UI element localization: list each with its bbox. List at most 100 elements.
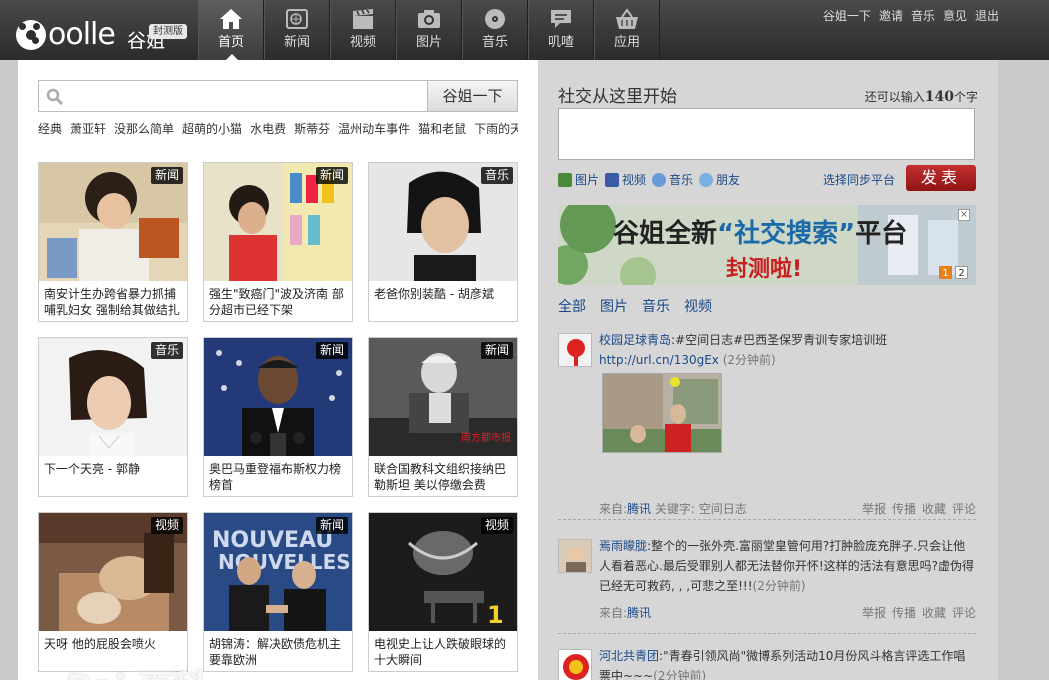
search-icon [46,88,64,109]
comment-button[interactable]: 评论 [952,604,976,621]
avatar[interactable] [558,539,592,573]
hotword[interactable]: 没那么简单 [114,122,174,136]
nav-item-music[interactable]: 音乐 [462,0,528,60]
post-actions: 举报 传播 收藏 评论 [862,604,976,621]
media-card[interactable]: 新闻 南安计生办跨省暴力抓捕哺乳妇女 强制给其做结扎 [38,162,188,322]
image-icon [558,172,572,187]
card-caption[interactable]: 下一个天亮 - 郭静 [44,461,184,495]
filter-music[interactable]: 音乐 [642,296,670,316]
nav-item-home[interactable]: 首页 [198,0,264,60]
filter-video[interactable]: 视频 [684,296,712,316]
tool-friends[interactable]: 朋友 [699,171,740,188]
avatar[interactable] [558,333,592,367]
favorite-button[interactable]: 收藏 [922,604,946,621]
counter-prefix: 还可以输入 [864,90,925,104]
post-actions: 举报 传播 收藏 评论 [862,500,976,517]
hotword[interactable]: 水电费 [250,122,286,136]
hotword[interactable]: 经典 [38,122,62,136]
post-username[interactable]: 河北共青团 [599,649,659,663]
media-card[interactable]: 1 视频 电视史上让人跌破眼球的十大瞬间 [368,512,518,672]
category-badge: 音乐 [150,342,183,359]
close-icon[interactable]: × [958,209,970,221]
counter-value: 140 [924,89,954,105]
tool-video[interactable]: 视频 [605,171,646,188]
favorite-button[interactable]: 收藏 [922,500,946,517]
card-caption[interactable]: 奥巴马重登福布斯权力榜榜首 [209,461,349,495]
media-card[interactable]: NOUVEAU NOUVELLES 新闻 胡锦涛：解决欧债危机主要靠欧洲 [203,512,353,672]
filter-all[interactable]: 全部 [558,296,586,316]
hotword[interactable]: 下雨的天 [474,122,518,136]
category-badge: 新闻 [315,517,348,534]
search-button[interactable]: 谷姐一下 [427,81,517,111]
hotword[interactable]: 温州动车事件 [338,122,410,136]
main-nav: 首页 新闻 视频 图片 音乐 叽喳 应用 [198,0,660,60]
hotword[interactable]: 猫和老鼠 [418,122,466,136]
home-icon [199,0,263,34]
nav-item-apps[interactable]: 应用 [594,0,660,60]
card-caption[interactable]: 强生"致癌门"波及济南 部分超市已经下架 [209,286,349,320]
toplink-invite[interactable]: 邀请 [879,7,903,24]
hotword[interactable]: 超萌的小猫 [182,122,242,136]
top-navigation-bar: oolle 谷姐 封测版 首页 新闻 视频 图片 音乐 叽喳 应用 谷姐一下 邀… [0,0,1049,60]
feed-filters: 全部 图片 音乐 视频 [558,296,712,316]
filter-pictures[interactable]: 图片 [600,296,628,316]
post-textarea[interactable] [558,108,975,160]
card-caption[interactable]: 老爸你别装酷 - 胡彦斌 [374,286,514,320]
sync-platform-link[interactable]: 选择同步平台 [823,171,895,188]
friends-icon [699,172,714,187]
left-panel: 谷姐一下 经典 萧亚轩 没那么简单 超萌的小猫 水电费 斯蒂芬 温州动车事件 猫和老鼠 下雨的天… [18,60,538,680]
post-source[interactable]: 腾讯 [627,606,651,620]
post-time: (2分钟前) [722,353,776,367]
nav-item-video[interactable]: 视频 [330,0,396,60]
comment-button[interactable]: 评论 [952,500,976,517]
card-caption[interactable]: 电视史上让人跌破眼球的十大瞬间 [374,636,514,670]
banner-headline: 谷姐全新“社交搜索”平台 [613,219,908,249]
post-link[interactable]: http://url.cn/130gEx [599,353,719,367]
avatar[interactable] [558,649,592,680]
banner-page-2[interactable]: 2 [955,266,968,279]
nav-item-pictures[interactable]: 图片 [396,0,462,60]
film-icon [605,172,620,187]
toplink-music[interactable]: 音乐 [911,7,935,24]
banner-subline: 封测啦! [726,257,803,282]
media-card[interactable]: 视频 天呀 他的屁股会喷火 [38,512,188,672]
post-username[interactable]: 校园足球青岛 [599,333,671,347]
report-button[interactable]: 举报 [862,604,886,621]
post-meta: 来自:腾讯 举报 传播 收藏 评论 [599,604,976,621]
toplink-logout[interactable]: 退出 [975,7,999,24]
media-card[interactable]: 音乐 下一个天亮 - 郭静 [38,337,188,497]
nav-label: 应用 [613,35,640,50]
toplink-feedback[interactable]: 意见 [943,7,967,24]
tool-music[interactable]: 音乐 [652,171,693,188]
media-card[interactable]: 音乐 老爸你别装酷 - 胡彦斌 [368,162,518,322]
card-caption[interactable]: 南安计生办跨省暴力抓捕哺乳妇女 强制给其做结扎 [44,286,184,320]
counter-suffix: 个字 [953,90,978,104]
report-button[interactable]: 举报 [862,500,886,517]
search-bar: 谷姐一下 [38,80,518,112]
post-source[interactable]: 腾讯 [627,502,651,516]
post-image[interactable] [602,373,722,453]
toplink-search[interactable]: 谷姐一下 [823,7,871,24]
media-card[interactable]: 新闻 强生"致癌门"波及济南 部分超市已经下架 [203,162,353,322]
hotword[interactable]: 萧亚轩 [70,122,106,136]
share-button[interactable]: 传播 [892,604,916,621]
card-caption[interactable]: 联合国教科文组织接纳巴勒斯坦 美以停缴会费 [374,461,514,495]
post-username[interactable]: 焉雨矇胧 [599,539,647,553]
nav-item-news[interactable]: 新闻 [264,0,330,60]
tool-label: 视频 [622,173,647,187]
media-card[interactable]: 新闻 奥巴马重登福布斯权力榜榜首 [203,337,353,497]
nav-label: 新闻 [283,35,310,50]
media-card[interactable]: 南方都市报 新闻 联合国教科文组织接纳巴勒斯坦 美以停缴会费 [368,337,518,497]
post-keyword: 空间日志 [698,502,747,516]
svg-text:1: 1 [487,601,504,629]
banner-page-1[interactable]: 1 [939,266,952,279]
card-caption[interactable]: 胡锦涛：解决欧债危机主要靠欧洲 [209,636,349,670]
category-badge: 视频 [480,517,513,534]
share-button[interactable]: 传播 [892,500,916,517]
tool-image[interactable]: 图片 [558,171,599,188]
nav-item-chatter[interactable]: 叽喳 [528,0,594,60]
promo-banner[interactable]: 谷姐全新“社交搜索”平台 封测啦! × 1 2 [558,205,976,285]
search-input[interactable] [69,84,424,108]
publish-button[interactable]: 发表 [906,165,976,191]
hotword[interactable]: 斯蒂芬 [294,122,330,136]
